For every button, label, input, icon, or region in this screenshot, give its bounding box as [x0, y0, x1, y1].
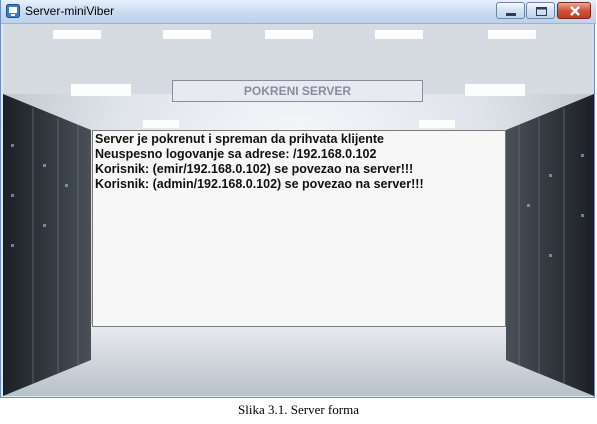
figure-caption: Slika 3.1. Server forma	[238, 402, 359, 417]
minimize-icon	[506, 13, 516, 16]
app-window: Server-miniViber POKRENI SERVER Server j…	[0, 0, 596, 398]
close-button[interactable]	[557, 2, 591, 19]
maximize-icon	[536, 7, 547, 16]
log-line: Korisnik: (emir/192.168.0.102) se poveza…	[95, 162, 414, 176]
window-title: Server-miniViber	[25, 4, 115, 18]
app-icon	[6, 4, 20, 18]
window-content: POKRENI SERVER Server je pokrenut i spre…	[3, 24, 594, 396]
log-line: Neuspesno logovanje sa adrese: /192.168.…	[95, 147, 377, 161]
log-line: Server je pokrenut i spreman da prihvata…	[95, 132, 384, 146]
start-server-button[interactable]: POKRENI SERVER	[172, 80, 423, 102]
server-log-textarea[interactable]: Server je pokrenut i spreman da prihvata…	[92, 130, 506, 327]
minimize-button[interactable]	[496, 2, 525, 19]
maximize-button[interactable]	[526, 2, 555, 19]
title-bar[interactable]: Server-miniViber	[1, 0, 596, 24]
close-icon	[570, 6, 580, 16]
log-line: Korisnik: (admin/192.168.0.102) se povez…	[95, 177, 424, 191]
